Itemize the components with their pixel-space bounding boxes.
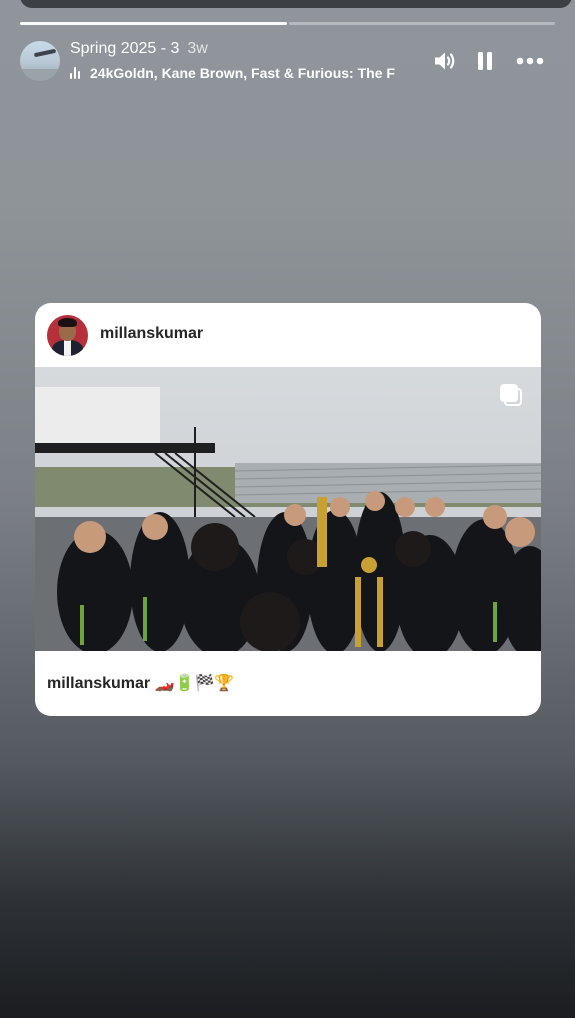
music-info[interactable]: 24kGoldn, Kane Brown, Fast & Furious: Th… [70, 64, 415, 82]
speaker-icon [435, 52, 455, 70]
post-header: millanskumar [35, 303, 541, 367]
progress-segment-1 [20, 22, 287, 25]
post-author-avatar[interactable] [47, 315, 88, 356]
team-photo [35, 367, 541, 651]
pause-icon [478, 52, 492, 70]
top-bar [20, 0, 572, 8]
caption-text: 🏎️🔋🏁🏆 [154, 675, 235, 692]
story-header: Spring 2025 - 3 3w 24kGoldn, Kane Brown, … [20, 40, 555, 82]
music-track-text: 24kGoldn, Kane Brown, Fast & Furious: Th… [90, 65, 395, 81]
more-options-button[interactable] [514, 48, 546, 74]
post-image[interactable] [35, 367, 541, 651]
carousel-icon [500, 384, 522, 406]
story-title[interactable]: Spring 2025 - 3 3w [70, 40, 208, 58]
story-progress-bar [20, 22, 555, 25]
post-username[interactable]: millanskumar [100, 325, 203, 343]
story-avatar[interactable] [20, 41, 60, 81]
story-title-text: Spring 2025 - 3 [70, 40, 180, 57]
music-bars-icon [70, 67, 84, 79]
post-caption: millanskumar 🏎️🔋🏁🏆 [47, 673, 234, 693]
shared-post-card[interactable]: millanskumar millanskumar 🏎️🔋🏁🏆 [35, 303, 541, 716]
volume-button[interactable] [432, 48, 458, 74]
more-icon [516, 57, 544, 65]
pause-button[interactable] [474, 48, 496, 74]
progress-segment-2 [288, 22, 555, 25]
story-time: 3w [187, 40, 208, 57]
caption-username[interactable]: millanskumar [47, 675, 150, 692]
